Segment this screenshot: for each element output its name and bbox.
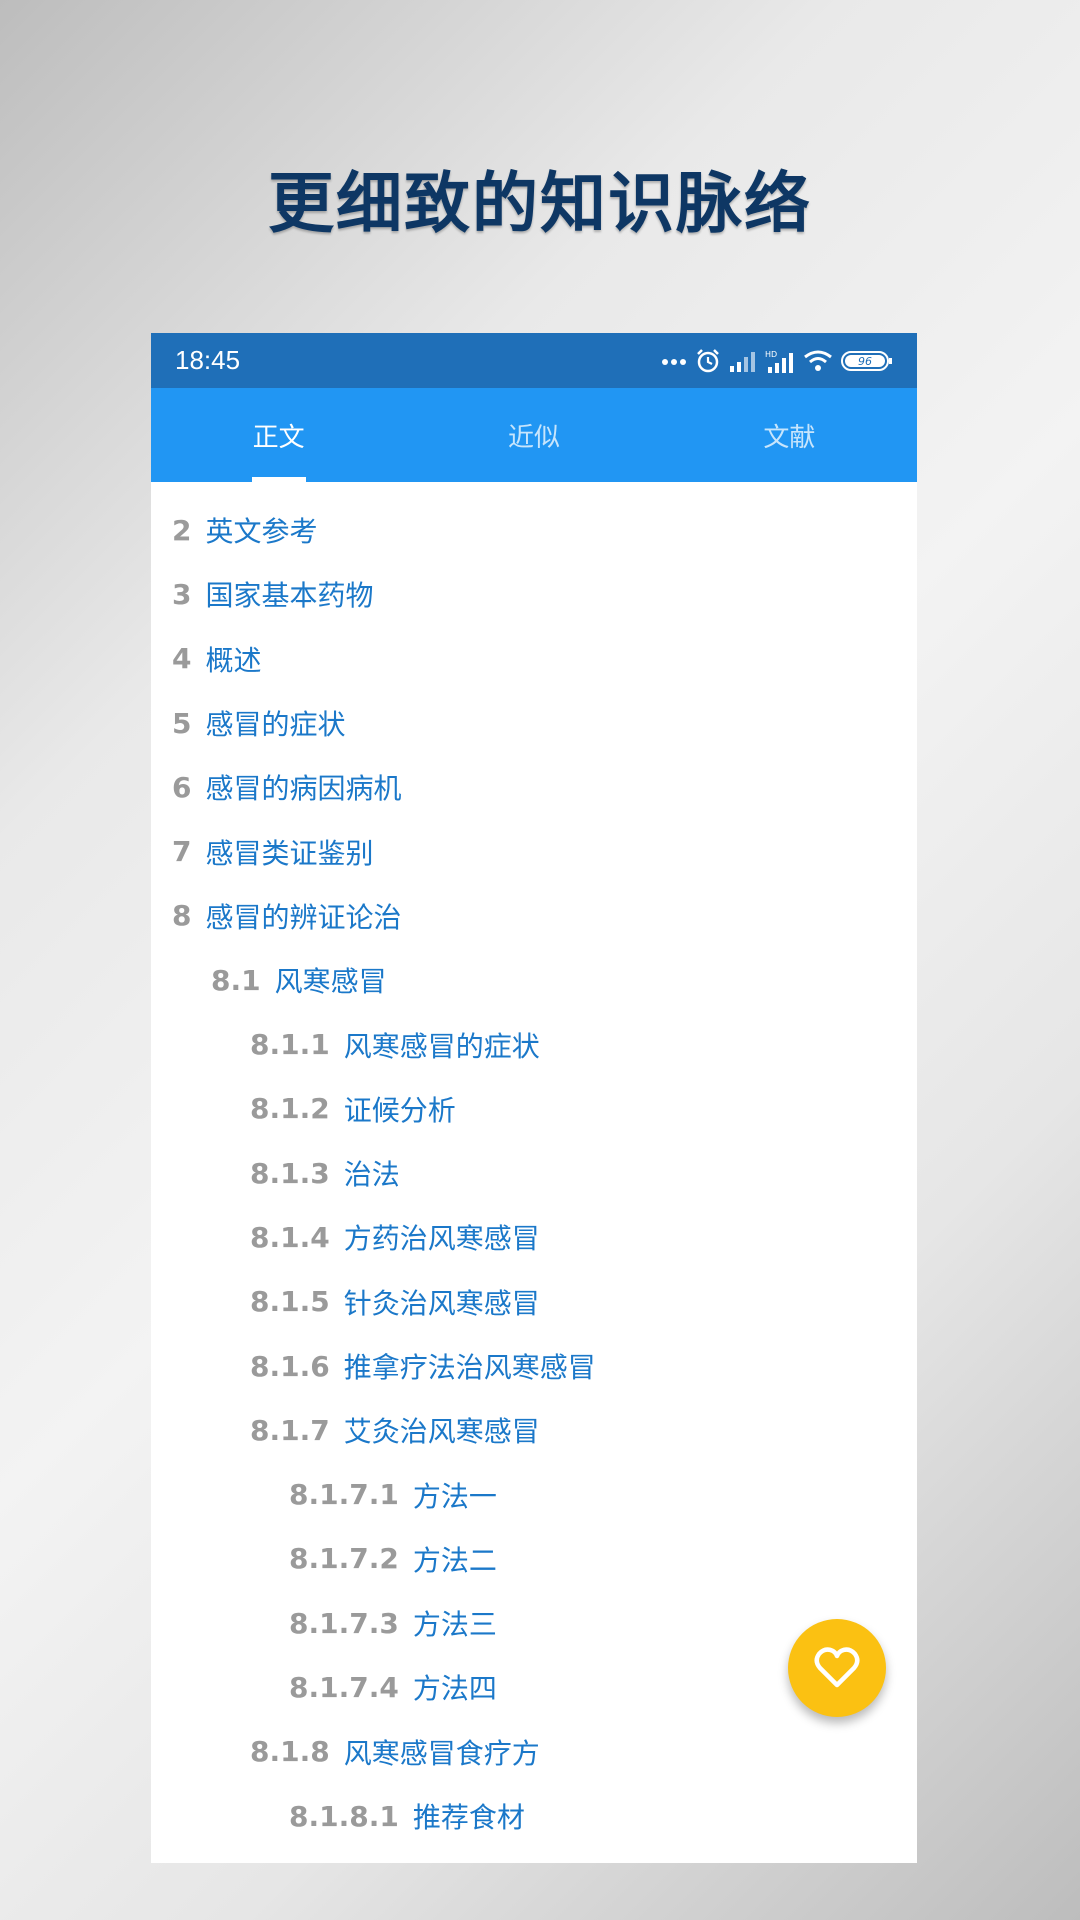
toc-item-number: 8.1.5 [250, 1285, 330, 1319]
tab-label: 正文 [252, 422, 305, 453]
toc-item[interactable]: 6 感冒的病因病机 [151, 755, 917, 819]
promo-headline: 更细致的知识脉络 [268, 165, 812, 242]
toc-item-number: 8.1.1 [250, 1028, 330, 1062]
toc-item-label: 方药治风寒感冒 [343, 1222, 540, 1256]
toc-item-label: 方法二 [412, 1543, 497, 1577]
tab-label: 文献 [763, 422, 816, 453]
toc-item[interactable]: 8.1.6 推拿疗法治风寒感冒 [151, 1334, 917, 1398]
tab-bar: 正文 近似 文献 [151, 388, 917, 482]
toc-item[interactable]: 8.1.3 治法 [151, 1141, 917, 1205]
toc-item[interactable]: 4 概述 [151, 627, 917, 691]
toc-item-number: 8 [172, 899, 192, 933]
toc-item-label: 证候分析 [343, 1093, 456, 1127]
toc-item-number: 2 [172, 513, 192, 547]
toc-item-number: 8.1.8 [250, 1735, 330, 1769]
toc-item-label: 风寒感冒食疗方 [343, 1736, 540, 1770]
status-icons: HD 96 [661, 348, 893, 374]
toc-item[interactable]: 7 感冒类证鉴别 [151, 819, 917, 883]
toc-item-label: 感冒类证鉴别 [205, 836, 374, 870]
toc-item-label: 感冒的辨证论治 [205, 900, 402, 934]
toc-item-label: 艾灸治风寒感冒 [343, 1415, 540, 1449]
toc-item-label: 推荐食材 [412, 1801, 525, 1835]
toc-item-number: 8.1.7.1 [289, 1478, 399, 1512]
battery-icon: 96 [841, 350, 892, 371]
toc-item-label: 方法一 [412, 1479, 497, 1513]
tab-label: 近似 [507, 422, 560, 453]
toc-item-number: 8.1.8.1 [289, 1799, 399, 1833]
toc-item[interactable]: 8.1.8.1 推荐食材 [151, 1784, 917, 1848]
toc-item[interactable]: 8.1 风寒感冒 [151, 948, 917, 1012]
tab-similar[interactable]: 近似 [406, 388, 661, 482]
toc-item-label: 治法 [343, 1158, 400, 1192]
toc-item[interactable]: 5 感冒的症状 [151, 691, 917, 755]
tab-main-text[interactable]: 正文 [151, 388, 406, 482]
toc-item-label: 推拿疗法治风寒感冒 [343, 1351, 596, 1384]
toc-item-number: 3 [172, 577, 192, 611]
status-bar: 18:45 HD 96 [151, 333, 917, 388]
toc-item[interactable]: 8.1.1 风寒感冒的症状 [151, 1012, 917, 1076]
toc-item[interactable]: 8.1.7.2 方法二 [151, 1527, 917, 1591]
alarm-icon [697, 348, 719, 372]
battery-level: 96 [858, 355, 872, 368]
tab-references[interactable]: 文献 [662, 388, 917, 482]
heart-icon [814, 1647, 860, 1688]
toc-item-number: 8.1.6 [250, 1349, 330, 1383]
toc-item-number: 8.1 [211, 963, 261, 997]
toc-item[interactable]: 8.1.7.1 方法一 [151, 1462, 917, 1526]
toc-item-label: 感冒的症状 [205, 708, 346, 742]
toc-item[interactable]: 2 英文参考 [151, 498, 917, 562]
toc-item[interactable]: 8.1.5 针灸治风寒感冒 [151, 1270, 917, 1334]
more-dots-icon [662, 358, 686, 365]
toc-item[interactable]: 8.1.2 证候分析 [151, 1077, 917, 1141]
toc-item-number: 8.1.3 [250, 1156, 330, 1190]
toc-item-number: 8.1.7.4 [289, 1670, 399, 1704]
toc-item-number: 5 [172, 706, 192, 740]
toc-item[interactable]: 8 感冒的辨证论治 [151, 884, 917, 948]
toc-item-number: 6 [172, 770, 192, 804]
wifi-icon [804, 350, 832, 371]
toc-item-label: 感冒的病因病机 [205, 772, 402, 806]
toc-item[interactable]: 3 国家基本药物 [151, 562, 917, 626]
toc-item[interactable]: 8.1.8 风寒感冒食疗方 [151, 1720, 917, 1784]
toc-item-number: 8.1.4 [250, 1220, 330, 1254]
toc-item-label: 风寒感冒的症状 [343, 1029, 540, 1063]
toc-item-number: 8.1.7.2 [289, 1542, 399, 1576]
signal-icon [730, 351, 755, 372]
toc-item-label: 方法三 [412, 1608, 497, 1642]
hd-signal-icon: HD [765, 350, 793, 373]
toc-item[interactable]: 8.1.7 艾灸治风寒感冒 [151, 1398, 917, 1462]
toc-item-number: 8.1.7.3 [289, 1606, 399, 1640]
status-time: 18:45 [175, 345, 241, 375]
favorite-button[interactable] [788, 1619, 886, 1717]
toc-item-label: 英文参考 [205, 515, 318, 549]
toc-item-number: 4 [172, 642, 192, 676]
toc-item-label: 国家基本药物 [205, 579, 374, 613]
toc-item-number: 8.1.2 [250, 1092, 330, 1126]
toc-item-label: 针灸治风寒感冒 [343, 1286, 540, 1320]
toc-item-number: 7 [172, 835, 192, 869]
toc-item-label: 方法四 [412, 1672, 497, 1706]
active-tab-indicator [251, 477, 306, 482]
toc-item[interactable]: 8.1.4 方药治风寒感冒 [151, 1205, 917, 1269]
toc-item-number: 8.1.7 [250, 1413, 330, 1447]
toc-item-label: 概述 [205, 643, 262, 677]
svg-text:HD: HD [765, 350, 777, 359]
toc-item-label: 风寒感冒 [274, 965, 387, 999]
